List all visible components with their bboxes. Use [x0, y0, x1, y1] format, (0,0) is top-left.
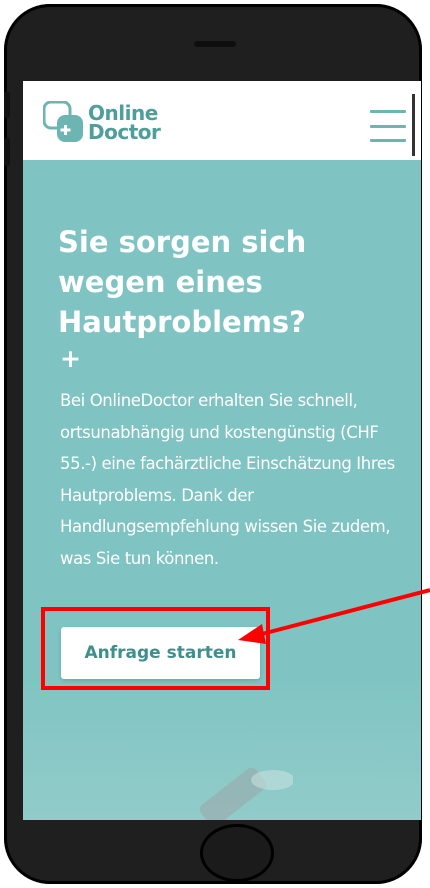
red-arrow-icon [238, 588, 430, 644]
